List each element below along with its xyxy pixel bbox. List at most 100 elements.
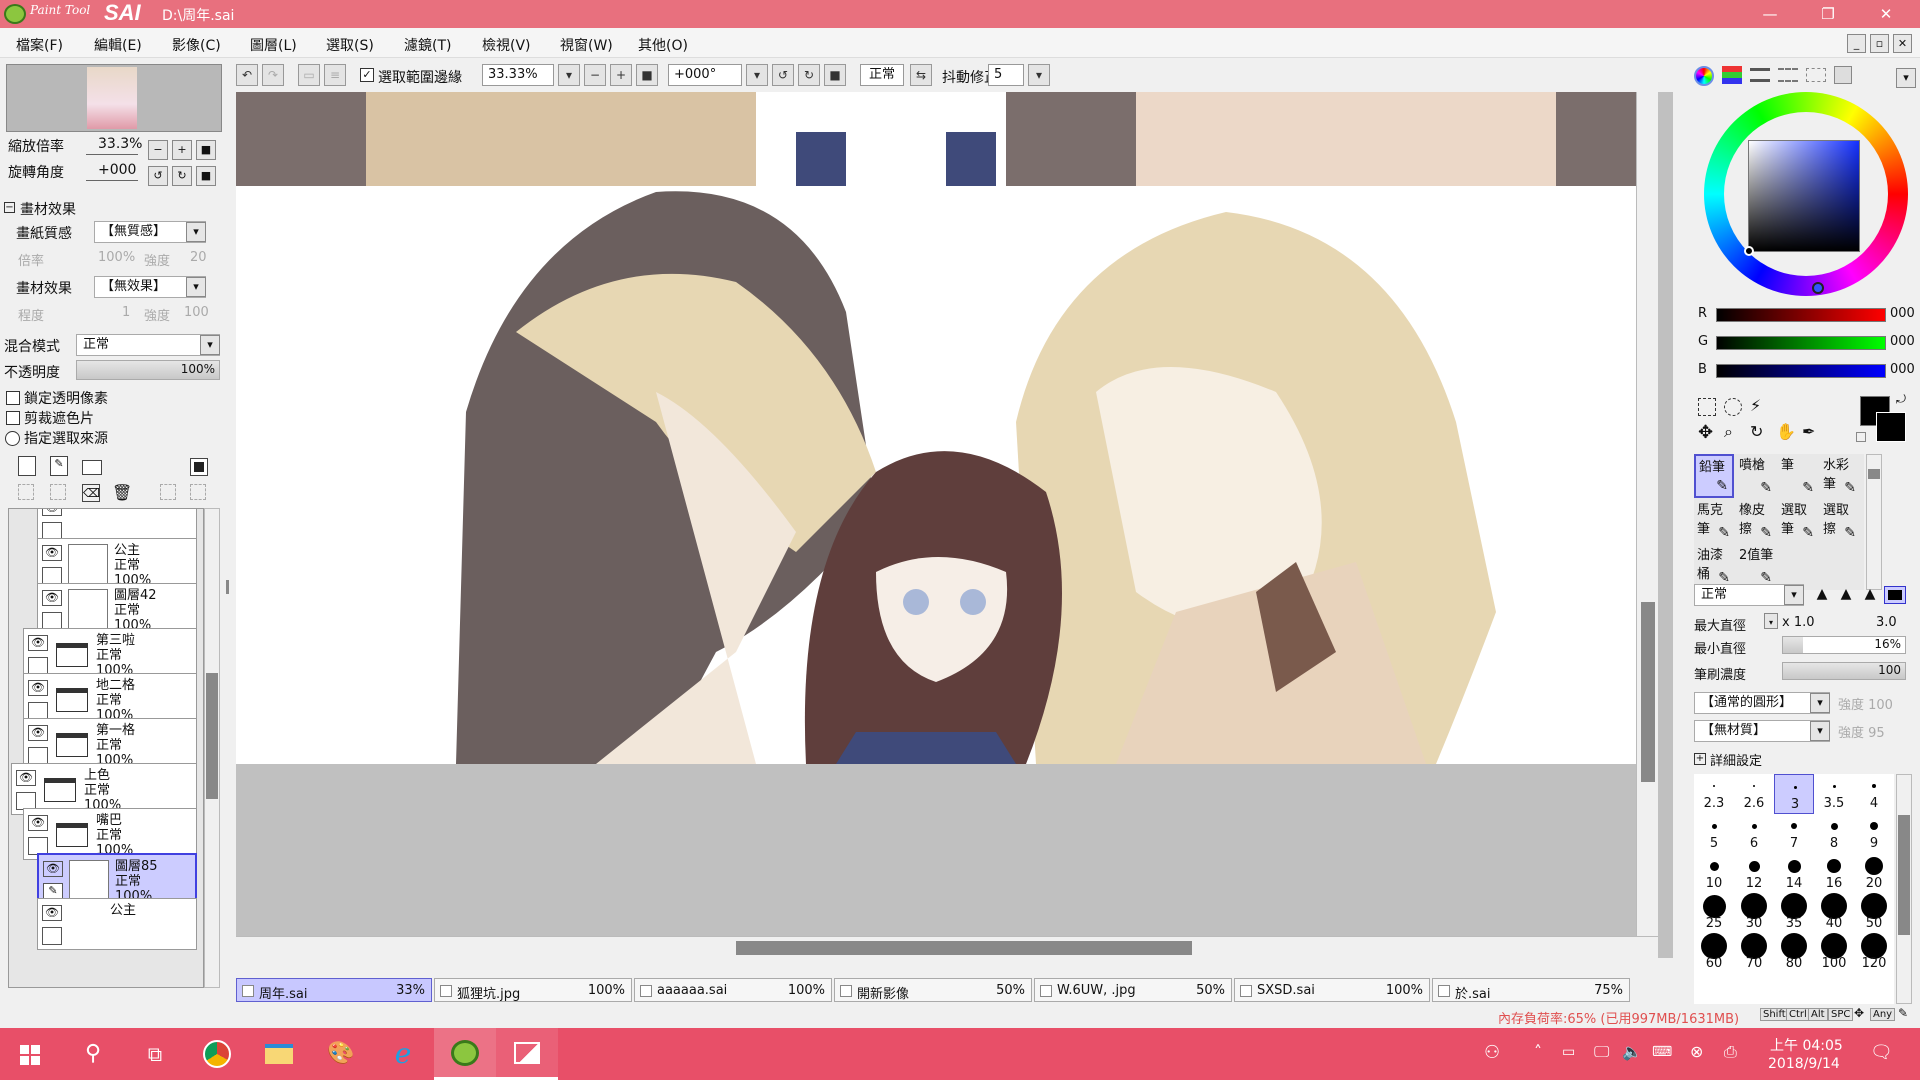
stabilizer-dropdown-button[interactable]: ▾ [1028, 64, 1050, 86]
brush-tool-slot[interactable]: 2值筆 ✎ [1736, 544, 1776, 588]
canvas-horizontal-scrollbar[interactable] [236, 936, 1658, 958]
start-button[interactable] [0, 1028, 62, 1080]
internet-explorer-icon[interactable]: ℯ [372, 1028, 434, 1080]
layer-lock-toggle[interactable] [42, 927, 62, 945]
document-tab[interactable]: 周年.sai 33% [236, 978, 432, 1002]
transparent-color-icon[interactable] [1856, 432, 1866, 442]
brush-tool-slot[interactable]: 選取擦 ✎ [1820, 499, 1860, 543]
collapse-icon[interactable]: − [4, 202, 15, 213]
rotation-dropdown-button[interactable]: ▾ [746, 64, 768, 86]
ime-icon[interactable]: ⎙ [1724, 1042, 1737, 1062]
task-view-icon[interactable]: ⧉ [124, 1028, 186, 1080]
document-tab[interactable]: 狐狸坑.jpg 100% [434, 978, 632, 1002]
scratchpad-tab-icon[interactable] [1834, 66, 1852, 84]
visibility-eye-icon[interactable]: 👁 [16, 770, 36, 786]
select-edge-checkbox[interactable]: ✓ [360, 68, 374, 82]
sv-picker-handle[interactable] [1744, 246, 1754, 256]
menu-file[interactable]: 檔案(F) [16, 35, 63, 55]
brush-size-cell[interactable]: 10 [1694, 854, 1734, 894]
brush-tool-slot[interactable]: 水彩筆 ✎ [1820, 454, 1860, 498]
visibility-eye-icon[interactable]: 👁 [42, 509, 62, 516]
rotation-field[interactable]: +000° [668, 64, 742, 86]
document-tab[interactable]: 開新影像 50% [834, 978, 1032, 1002]
rotate-reset-button[interactable]: ■ [824, 64, 846, 86]
size-link-button[interactable]: ▾ [1764, 613, 1778, 629]
mdi-close-button[interactable]: ✕ [1893, 34, 1912, 53]
brush-size-cell[interactable]: 3 [1774, 774, 1814, 814]
brush-mode-dropdown[interactable]: ▾ [1784, 585, 1804, 605]
keyboard-icon[interactable]: ⌨ [1652, 1044, 1672, 1060]
brush-size-cell[interactable]: 5 [1694, 814, 1734, 854]
brush-size-cell[interactable]: 4 [1854, 774, 1894, 814]
brush-tool-slot[interactable]: 油漆桶 ✎ [1694, 544, 1734, 588]
network-icon[interactable]: 🖵 [1594, 1042, 1609, 1062]
redo-button[interactable]: ↷ [262, 64, 284, 86]
rotate-value[interactable]: +000 [98, 162, 136, 178]
max-size-multiplier[interactable]: x 1.0 [1782, 615, 1815, 630]
panel-menu-button[interactable]: ▾ [1896, 68, 1916, 88]
document-tab[interactable]: 於.sai 75% [1432, 978, 1630, 1002]
paint-tool-sai-taskbar-icon[interactable] [434, 1028, 496, 1080]
new-folder-icon[interactable] [82, 460, 102, 475]
menu-window[interactable]: 視窗(W) [560, 35, 613, 55]
volume-icon[interactable]: 🔈 [1622, 1042, 1642, 1061]
file-explorer-icon[interactable] [248, 1028, 310, 1080]
swap-colors-icon[interactable]: ⤾ [1896, 392, 1906, 407]
brush-shape-dropdown[interactable]: ▾ [1810, 693, 1830, 713]
chrome-icon[interactable] [186, 1028, 248, 1080]
restore-button[interactable]: ❐ [1806, 0, 1850, 28]
show-hidden-icons[interactable]: ˄ [1534, 1042, 1542, 1061]
nav-rotate-reset-button[interactable]: ■ [196, 166, 216, 186]
brush-size-cell[interactable]: 25 [1694, 894, 1734, 934]
view-mode-field[interactable]: 正常 [860, 64, 904, 86]
hsv-slider-tab-icon[interactable] [1750, 68, 1770, 82]
hardness-2-icon[interactable]: ▲ [1834, 586, 1858, 604]
visibility-eye-icon[interactable]: 👁 [42, 905, 62, 921]
nav-zoom-in-button[interactable]: + [172, 140, 192, 160]
visibility-eye-icon[interactable]: 👁 [28, 680, 48, 696]
layer-scroll-thumb[interactable] [206, 673, 218, 799]
density-slider[interactable]: 100 [1782, 662, 1906, 680]
eyedropper-tool-icon[interactable]: ✒ [1802, 422, 1815, 441]
brush-size-cell[interactable]: 8 [1814, 814, 1854, 854]
brush-size-cell[interactable]: 120 [1854, 933, 1894, 974]
brush-size-cell[interactable]: 2.3 [1694, 774, 1734, 814]
canvas-vscroll-thumb[interactable] [1641, 602, 1655, 782]
brush-size-cell[interactable]: 12 [1734, 854, 1774, 894]
brush-size-cell[interactable]: 14 [1774, 854, 1814, 894]
rgb-slider-tab-icon[interactable] [1722, 66, 1742, 84]
canvas-vertical-scrollbar[interactable] [1636, 92, 1658, 936]
merge-visible-icon[interactable] [160, 484, 176, 500]
input-off-icon[interactable]: ⊗ [1690, 1042, 1703, 1061]
brush-size-cell[interactable]: 30 [1734, 893, 1774, 934]
menu-layer[interactable]: 圖層(L) [250, 35, 297, 55]
mdi-minimize-button[interactable]: _ [1847, 34, 1866, 53]
brush-size-cell[interactable]: 9 [1854, 814, 1894, 854]
zoom-value[interactable]: 33.3% [98, 136, 142, 152]
swatches-tab-icon[interactable] [1806, 68, 1826, 82]
hand-tool-icon[interactable]: ✋ [1776, 422, 1796, 441]
brush-tool-slot[interactable]: 筆 ✎ [1778, 454, 1818, 498]
merge-down-icon[interactable] [50, 484, 66, 500]
document-tab[interactable]: aaaaaa.sai 100% [634, 978, 832, 1002]
brush-size-cell[interactable]: 50 [1854, 893, 1894, 934]
new-layer-icon[interactable] [18, 456, 36, 476]
lock-alpha-checkbox[interactable] [6, 391, 20, 405]
size-grid-scrollbar[interactable] [1896, 774, 1912, 1004]
brush-grid-scrollbar[interactable] [1866, 454, 1882, 590]
empty-brush-slot[interactable] [1820, 544, 1860, 588]
transfer-down-icon[interactable] [18, 484, 34, 500]
hardness-1-icon[interactable]: ▲ [1810, 586, 1834, 604]
menu-other[interactable]: 其他(O) [638, 35, 688, 55]
effect-dropdown-button[interactable]: ▾ [186, 277, 206, 297]
zoom-field[interactable]: 33.33% [482, 64, 554, 86]
nav-zoom-out-button[interactable]: − [148, 140, 168, 160]
search-icon[interactable]: ⚲ [62, 1028, 124, 1080]
brush-size-cell[interactable]: 3.5 [1814, 774, 1854, 814]
zoom-reset-button[interactable]: ■ [636, 64, 658, 86]
people-icon[interactable]: ⚇ [1484, 1042, 1500, 1063]
nav-rotate-right-button[interactable]: ↻ [172, 166, 192, 186]
color-sv-square[interactable] [1748, 140, 1860, 252]
hue-picker-handle[interactable] [1812, 282, 1824, 294]
color-mix-tab-icon[interactable] [1778, 68, 1798, 82]
